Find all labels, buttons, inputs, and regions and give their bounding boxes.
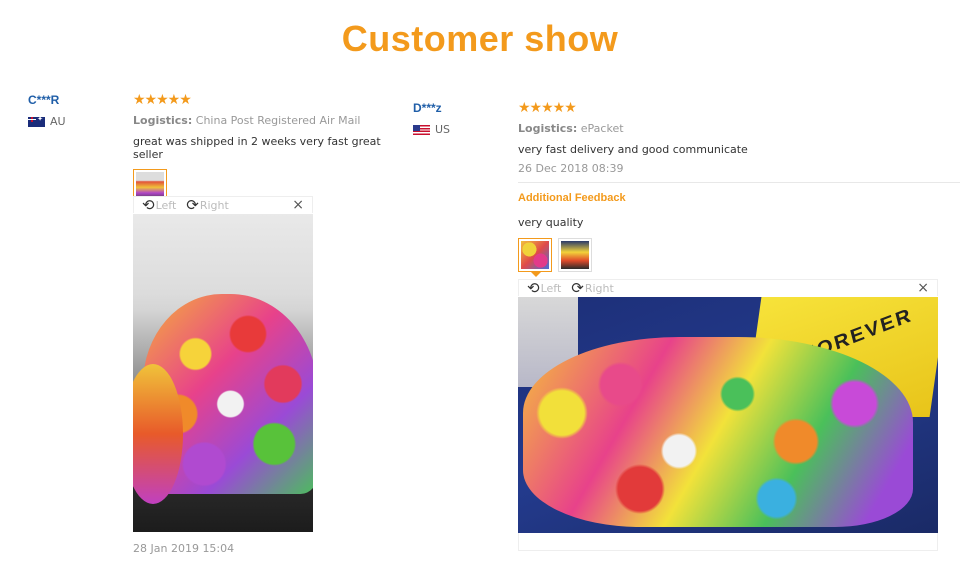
reviewer-country: US: [413, 123, 450, 136]
logistics-value: ePacket: [580, 122, 624, 135]
review-comment: great was shipped in 2 weeks very fast g…: [133, 135, 381, 161]
rotate-right-icon: ⟳: [186, 195, 199, 214]
viewer-footer: [518, 533, 938, 551]
logistics-info: Logistics: China Post Registered Air Mai…: [133, 114, 403, 127]
rotate-right-label: Right: [584, 281, 614, 295]
reviewer-info: C***R AU: [28, 93, 66, 128]
reviewer-name[interactable]: C***R: [28, 93, 66, 107]
country-code: US: [435, 123, 451, 136]
rotate-right-label: Right: [199, 198, 229, 212]
rotate-left-button[interactable]: ⟲ Left: [527, 278, 562, 297]
photo-thumbnails: [518, 238, 592, 277]
us-flag-icon: [413, 124, 430, 135]
rotate-left-icon: ⟲: [527, 278, 540, 297]
review-date: 26 Dec 2018 08:39: [518, 162, 624, 175]
reviewer-country: AU: [28, 115, 66, 128]
rotate-right-icon: ⟳: [571, 278, 584, 297]
image-viewer-toolbar: ⟲ Left ⟳ Right ×: [133, 196, 313, 213]
rotate-right-button[interactable]: ⟳ Right: [571, 278, 614, 297]
logistics-info: Logistics: ePacket: [518, 122, 958, 135]
additional-feedback-comment: very quality: [518, 216, 584, 229]
logistics-value: China Post Registered Air Mail: [195, 114, 361, 127]
rotate-left-button[interactable]: ⟲ Left: [142, 195, 177, 214]
rotate-right-button[interactable]: ⟳ Right: [186, 195, 229, 214]
review-date: 28 Jan 2019 15:04: [133, 542, 235, 555]
au-flag-icon: [28, 116, 45, 127]
photo-thumbnail[interactable]: [518, 238, 552, 277]
country-code: AU: [50, 115, 66, 128]
rotate-left-label: Left: [155, 198, 177, 212]
close-icon[interactable]: ×: [917, 280, 929, 297]
review-body: ★★★★★ Logistics: China Post Registered A…: [133, 92, 403, 208]
additional-feedback-title: Additional Feedback: [518, 192, 626, 204]
photo-thumbnail[interactable]: [558, 238, 592, 272]
rotate-left-label: Left: [540, 281, 562, 295]
star-rating: ★★★★★: [518, 100, 577, 116]
rotate-left-icon: ⟲: [142, 195, 155, 214]
review-photo: [133, 214, 313, 532]
review-comment: very fast delivery and good communicate: [518, 143, 748, 156]
divider: [518, 182, 960, 183]
review-body: ★★★★★ Logistics: ePacket very fast deliv…: [518, 101, 958, 175]
close-icon[interactable]: ×: [292, 197, 304, 214]
star-rating: ★★★★★: [133, 92, 192, 108]
reviewer-info: D***z US: [413, 101, 450, 136]
reviewer-name[interactable]: D***z: [413, 101, 450, 115]
page-title: Customer show: [341, 18, 619, 59]
image-viewer-toolbar: ⟲ Left ⟳ Right ×: [518, 279, 938, 296]
logistics-label: Logistics:: [518, 122, 578, 135]
logistics-label: Logistics:: [133, 114, 193, 127]
review-photo: FOREVER 21: [518, 297, 938, 533]
